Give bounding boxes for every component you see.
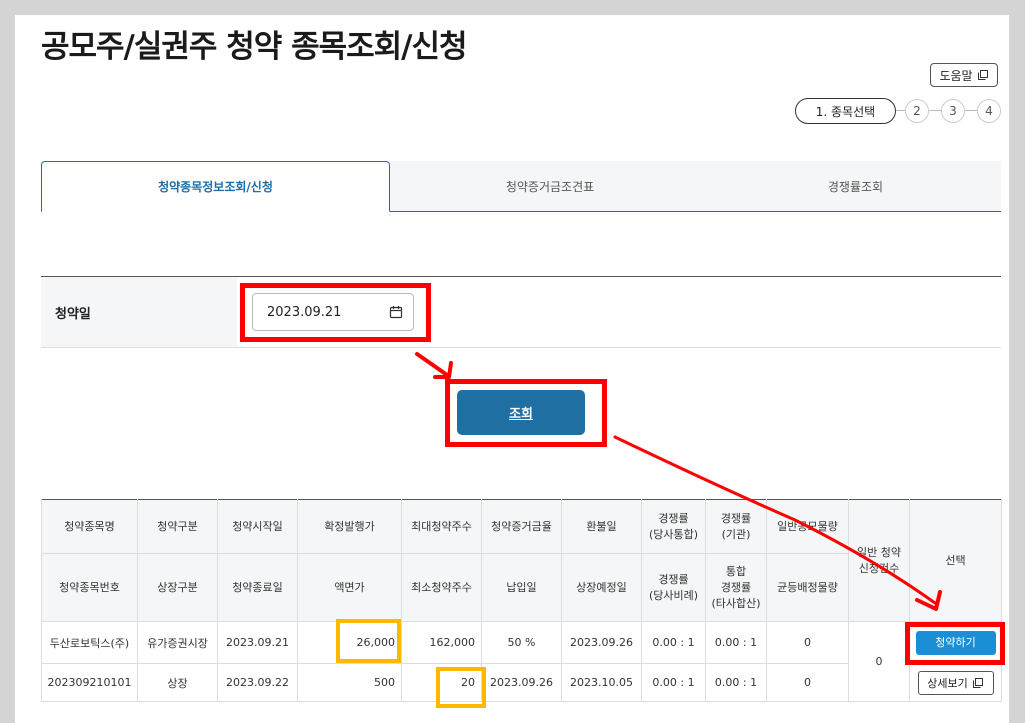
step-1-active: 1. 종목선택: [795, 98, 896, 124]
col-header-min-shares: 최소청약주수: [401, 553, 482, 622]
tab-competition-rate[interactable]: 경쟁률조회: [710, 161, 1001, 212]
cell-rate-institution: 0.00 : 1: [705, 621, 767, 664]
cell-end-date: 2023.09.22: [217, 663, 298, 702]
new-window-icon: [972, 677, 983, 688]
detail-button-label: 상세보기: [927, 676, 968, 690]
col-header-public-volume: 일반공모물량: [766, 499, 849, 554]
step-indicator: 1. 종목선택 2 3 4: [795, 98, 1001, 124]
subscribe-highlight-box: [905, 622, 1005, 665]
step-2: 2: [905, 99, 929, 123]
search-form-row: 청약일 2023.09.21: [41, 276, 1001, 348]
cell-rate-combined: 0.00 : 1: [641, 621, 706, 664]
col-header-apply-count: 일반 청약 신청건수: [848, 499, 910, 622]
col-header-max-shares: 최대청약주수: [401, 499, 482, 554]
cell-start-date: 2023.09.21: [217, 621, 298, 664]
col-header-refund-date: 환불일: [561, 499, 642, 554]
step-3: 3: [941, 99, 965, 123]
cell-refund-date: 2023.09.26: [561, 621, 642, 664]
col-header-deposit-rate: 청약증거금율: [481, 499, 562, 554]
cell-equal-volume: 0: [766, 663, 849, 702]
col-header-equal-volume: 균등배정물량: [766, 553, 849, 622]
cell-subscription-type: 유가증권시장: [137, 621, 218, 664]
col-header-rate-institution: 경쟁률 (기관): [705, 499, 767, 554]
col-header-rate-total: 통합 경쟁률 (타사합산): [705, 553, 767, 622]
cell-stock-code: 202309210101: [41, 663, 138, 702]
cell-par-value: 500: [297, 663, 402, 702]
cell-detail: 상세보기: [909, 663, 1002, 702]
tab-bar: 청약종목정보조회/신청 청약증거금조견표 경쟁률조회: [41, 161, 1001, 212]
cell-rate-proportional: 0.00 : 1: [641, 663, 706, 702]
cell-public-volume: 0: [766, 621, 849, 664]
col-header-listing-type: 상장구분: [137, 553, 218, 622]
col-header-name: 청약종목명: [41, 499, 138, 554]
new-window-icon: [977, 70, 988, 80]
col-header-issue-price: 확정발행가: [297, 499, 402, 554]
cell-rate-total: 0.00 : 1: [705, 663, 767, 702]
cell-payment-date: 2023.09.26: [481, 663, 562, 702]
help-button-label: 도움말: [939, 68, 973, 83]
page-container: 공모주/실권주 청약 종목조회/신청 도움말 1. 종목선택 2 3 4 청약종…: [15, 15, 1009, 723]
search-highlight-box: [445, 379, 607, 447]
col-header-payment-date: 납입일: [481, 553, 562, 622]
cell-stock-name: 두산로보틱스(주): [41, 621, 138, 664]
help-button[interactable]: 도움말: [930, 63, 998, 87]
date-label: 청약일: [41, 277, 237, 347]
detail-button[interactable]: 상세보기: [917, 670, 994, 695]
col-header-end-date: 청약종료일: [217, 553, 298, 622]
date-highlight-box: [240, 283, 431, 342]
tab-subscription-info[interactable]: 청약종목정보조회/신청: [41, 161, 390, 212]
arrow-to-search-head: [433, 361, 453, 379]
cell-max-shares: 162,000: [401, 621, 482, 664]
min-shares-highlight-box: [436, 667, 486, 708]
tab-deposit-table[interactable]: 청약증거금조견표: [390, 161, 710, 212]
arrow-to-search: [415, 352, 449, 377]
table-row: 두산로보틱스(주) 유가증권시장 2023.09.21 26,000 162,0…: [41, 621, 1002, 702]
col-header-listing-date: 상장예정일: [561, 553, 642, 622]
cell-apply-count: 0: [848, 621, 910, 702]
cell-deposit-rate: 50 %: [481, 621, 562, 664]
cell-listing-date: 2023.10.05: [561, 663, 642, 702]
col-header-rate-proportional: 경쟁률 (당사비례): [641, 553, 706, 622]
col-header-rate-combined: 경쟁률 (당사통합): [641, 499, 706, 554]
results-table: 청약종목명 청약구분 청약시작일 확정발행가 최대청약주수 청약증거금율 환불일…: [41, 499, 1002, 702]
col-header-par-value: 액면가: [297, 553, 402, 622]
table-header-row-1: 청약종목명 청약구분 청약시작일 확정발행가 최대청약주수 청약증거금율 환불일…: [41, 499, 1002, 622]
page-title: 공모주/실권주 청약 종목조회/신청: [41, 29, 468, 65]
col-header-type: 청약구분: [137, 499, 218, 554]
col-header-start-date: 청약시작일: [217, 499, 298, 554]
step-4: 4: [977, 99, 1001, 123]
cell-listing-type: 상장: [137, 663, 218, 702]
col-header-code: 청약종목번호: [41, 553, 138, 622]
issue-price-highlight-box: [336, 619, 401, 663]
col-header-select: 선택: [909, 499, 1002, 622]
